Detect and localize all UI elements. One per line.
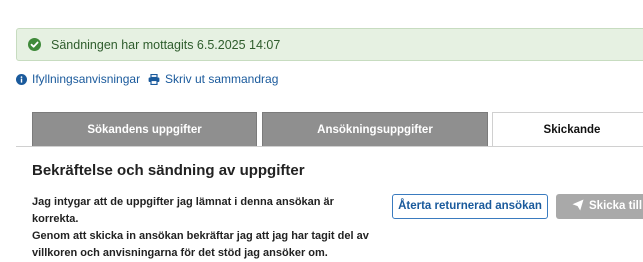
success-message: Sändningen har mottagits 6.5.2025 14:07 bbox=[51, 38, 281, 52]
send-button[interactable]: Skicka till ha bbox=[556, 194, 643, 219]
print-summary-link-label: Skriv ut sammandrag bbox=[165, 72, 279, 86]
check-circle-icon bbox=[28, 38, 41, 51]
confirmation-paragraph-2: Genom att skicka in ansökan bekräftar ja… bbox=[32, 230, 369, 259]
confirmation-paragraph-1: Jag intygar att de uppgifter jag lämnat … bbox=[32, 196, 334, 225]
sending-panel: Bekräftelse och sändning av uppgifter Ja… bbox=[16, 146, 643, 259]
paper-plane-icon bbox=[572, 196, 584, 219]
return-application-button[interactable]: Återta returnerad ansökan bbox=[392, 194, 548, 219]
instructions-link-label: Ifyllningsanvisningar bbox=[32, 72, 141, 86]
confirmation-text: Jag intygar att de uppgifter jag lämnat … bbox=[32, 194, 382, 262]
info-icon bbox=[16, 74, 27, 88]
tab-application-details[interactable]: Ansökningsuppgifter bbox=[262, 112, 488, 146]
success-alert: Sändningen har mottagits 6.5.2025 14:07 bbox=[16, 28, 643, 61]
tab-sending[interactable]: Skickande bbox=[492, 112, 643, 146]
tab-applicant-details[interactable]: Sökandens uppgifter bbox=[32, 112, 257, 146]
panel-title: Bekräftelse och sändning av uppgifter bbox=[32, 162, 305, 179]
instructions-link[interactable]: Ifyllningsanvisningar bbox=[16, 72, 140, 88]
print-summary-link[interactable]: Skriv ut sammandrag bbox=[148, 72, 278, 88]
print-icon bbox=[148, 73, 160, 88]
send-button-label: Skicka till ha bbox=[589, 200, 643, 212]
